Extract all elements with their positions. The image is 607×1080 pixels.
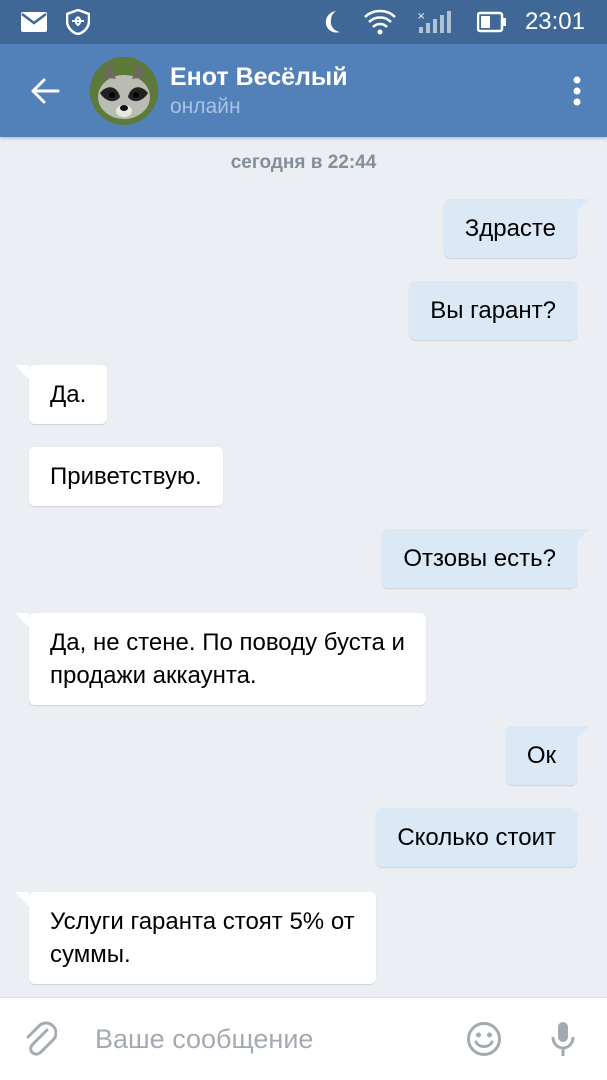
status-time: 23:01 [524,8,585,35]
status-right: × 23:01 [321,8,585,36]
battery-icon [476,11,506,33]
status-bar: × 23:01 [0,0,607,44]
message-incoming[interactable]: Да. [14,365,108,424]
message-outgoing[interactable]: Здрасте [443,199,590,258]
status-left [20,9,90,35]
raccoon-avatar-icon [90,56,158,125]
more-menu-button[interactable] [547,44,607,137]
message-incoming[interactable]: Услуги гаранта стоят 5% от суммы. [15,892,376,984]
avatar[interactable] [90,56,158,125]
message-outgoing[interactable]: Ок [505,726,590,785]
message-outgoing[interactable]: Отзовы есть? [382,529,589,588]
message-incoming[interactable]: Да, не стене. По поводу буста и продажи … [15,613,426,705]
paperclip-icon [26,1021,57,1056]
arrow-back-icon [31,78,60,103]
microphone-button[interactable] [518,1020,607,1058]
wifi-icon [364,9,396,35]
more-vertical-icon [573,76,581,105]
contact-name: Енот Весёлый [170,62,348,91]
moon-icon [325,11,340,33]
chat-header: Енот Весёлый онлайн [0,44,607,137]
date-separator: сегодня в 22:44 [230,152,377,173]
chat-area[interactable]: сегодня в 22:44 Здрасте Вы гарант? Да. П… [0,137,607,997]
signal-icon: × [417,11,451,33]
message-input[interactable] [95,1023,449,1055]
message-incoming[interactable]: Приветствую. [29,447,223,506]
shield-icon [66,9,90,35]
back-button[interactable] [0,44,90,137]
message-outgoing[interactable]: Вы гарант? [409,281,577,340]
microphone-icon [551,1022,575,1056]
smiley-icon [466,1022,501,1056]
message-outgoing[interactable]: Сколько стоит [376,808,577,867]
attach-button[interactable] [0,1020,79,1058]
contact-status: онлайн [170,94,241,118]
emoji-button[interactable] [449,1021,518,1057]
mail-icon [21,12,47,32]
message-composer [0,997,607,1080]
title-block[interactable]: Енот Весёлый онлайн [170,61,547,121]
svg-text:×: × [417,11,425,22]
